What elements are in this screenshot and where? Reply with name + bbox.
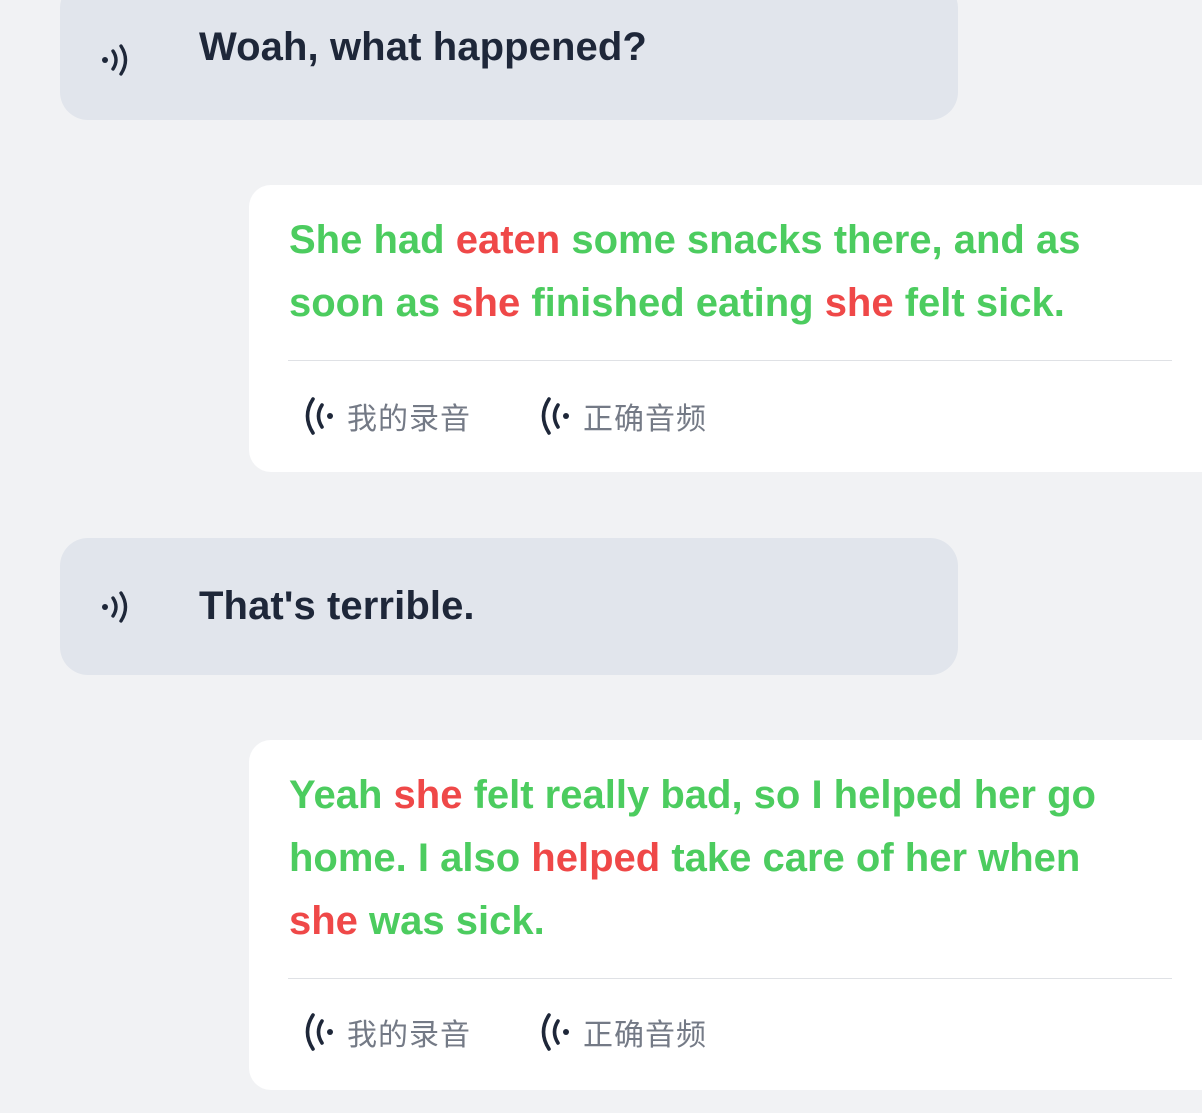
my-recording-label: 我的录音 (347, 1018, 471, 1053)
answer-card: She had eaten some snacks there, and as … (249, 185, 1202, 472)
answer-text: Yeah she felt really bad, so I helped he… (289, 764, 1149, 953)
correct-word: take care of her when (660, 836, 1081, 880)
my-recording-button[interactable]: 我的录音 (297, 1008, 471, 1056)
my-recording-button[interactable]: 我的录音 (297, 392, 471, 440)
answer-text: She had eaten some snacks there, and as … (289, 209, 1149, 335)
correct-word: finished eating (520, 281, 825, 325)
answer-card: Yeah she felt really bad, so I helped he… (249, 740, 1202, 1090)
correct-audio-label: 正确音频 (583, 402, 707, 437)
my-recording-label: 我的录音 (347, 402, 471, 437)
speaker-icon[interactable] (96, 587, 136, 627)
mispronounced-word: she (824, 281, 894, 325)
wave-icon (533, 392, 581, 440)
mispronounced-word: eaten (455, 218, 561, 262)
correct-word: She had (289, 218, 456, 262)
prompt-bubble[interactable]: Woah, what happened? (60, 0, 958, 120)
divider (288, 360, 1172, 361)
wave-icon (297, 1008, 345, 1056)
correct-audio-button[interactable]: 正确音频 (533, 1008, 707, 1056)
correct-audio-button[interactable]: 正确音频 (533, 392, 707, 440)
speaker-icon[interactable] (96, 40, 136, 80)
mispronounced-word: she (393, 773, 463, 817)
audio-actions: 我的录音 正确音频 (297, 392, 707, 440)
mispronounced-word: she (289, 899, 358, 943)
wave-icon (297, 392, 345, 440)
prompt-bubble[interactable]: That's terrible. (60, 538, 958, 675)
correct-word: felt sick. (893, 281, 1065, 325)
correct-audio-label: 正确音频 (583, 1018, 707, 1053)
mispronounced-word: she (451, 281, 521, 325)
wave-icon (533, 1008, 581, 1056)
correct-word: was sick. (357, 899, 545, 943)
correct-word: Yeah (289, 773, 394, 817)
audio-actions: 我的录音 正确音频 (297, 1008, 707, 1056)
prompt-text: Woah, what happened? (199, 25, 647, 69)
divider (288, 978, 1172, 979)
mispronounced-word: helped (531, 836, 661, 880)
prompt-text: That's terrible. (199, 584, 475, 628)
